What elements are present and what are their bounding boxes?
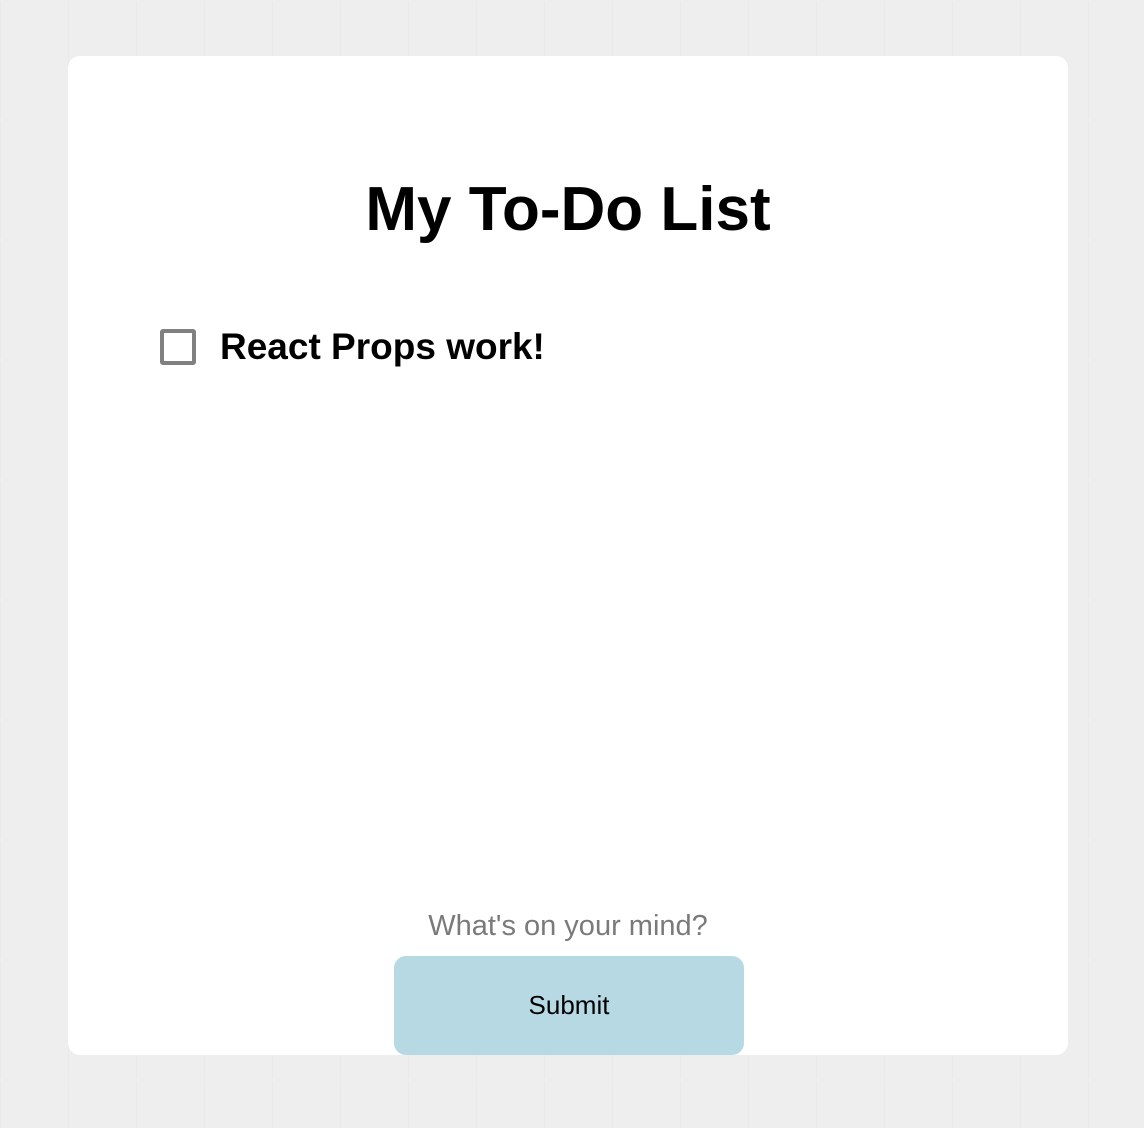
- todo-list: React Props work!: [160, 324, 545, 370]
- checkbox-unchecked-icon[interactable]: [160, 329, 196, 365]
- todo-item-label: React Props work!: [220, 326, 545, 367]
- todo-input[interactable]: [384, 902, 752, 950]
- submit-button[interactable]: Submit: [394, 956, 744, 1055]
- todo-item[interactable]: React Props work!: [160, 324, 545, 370]
- page-title: My To-Do List: [365, 175, 771, 244]
